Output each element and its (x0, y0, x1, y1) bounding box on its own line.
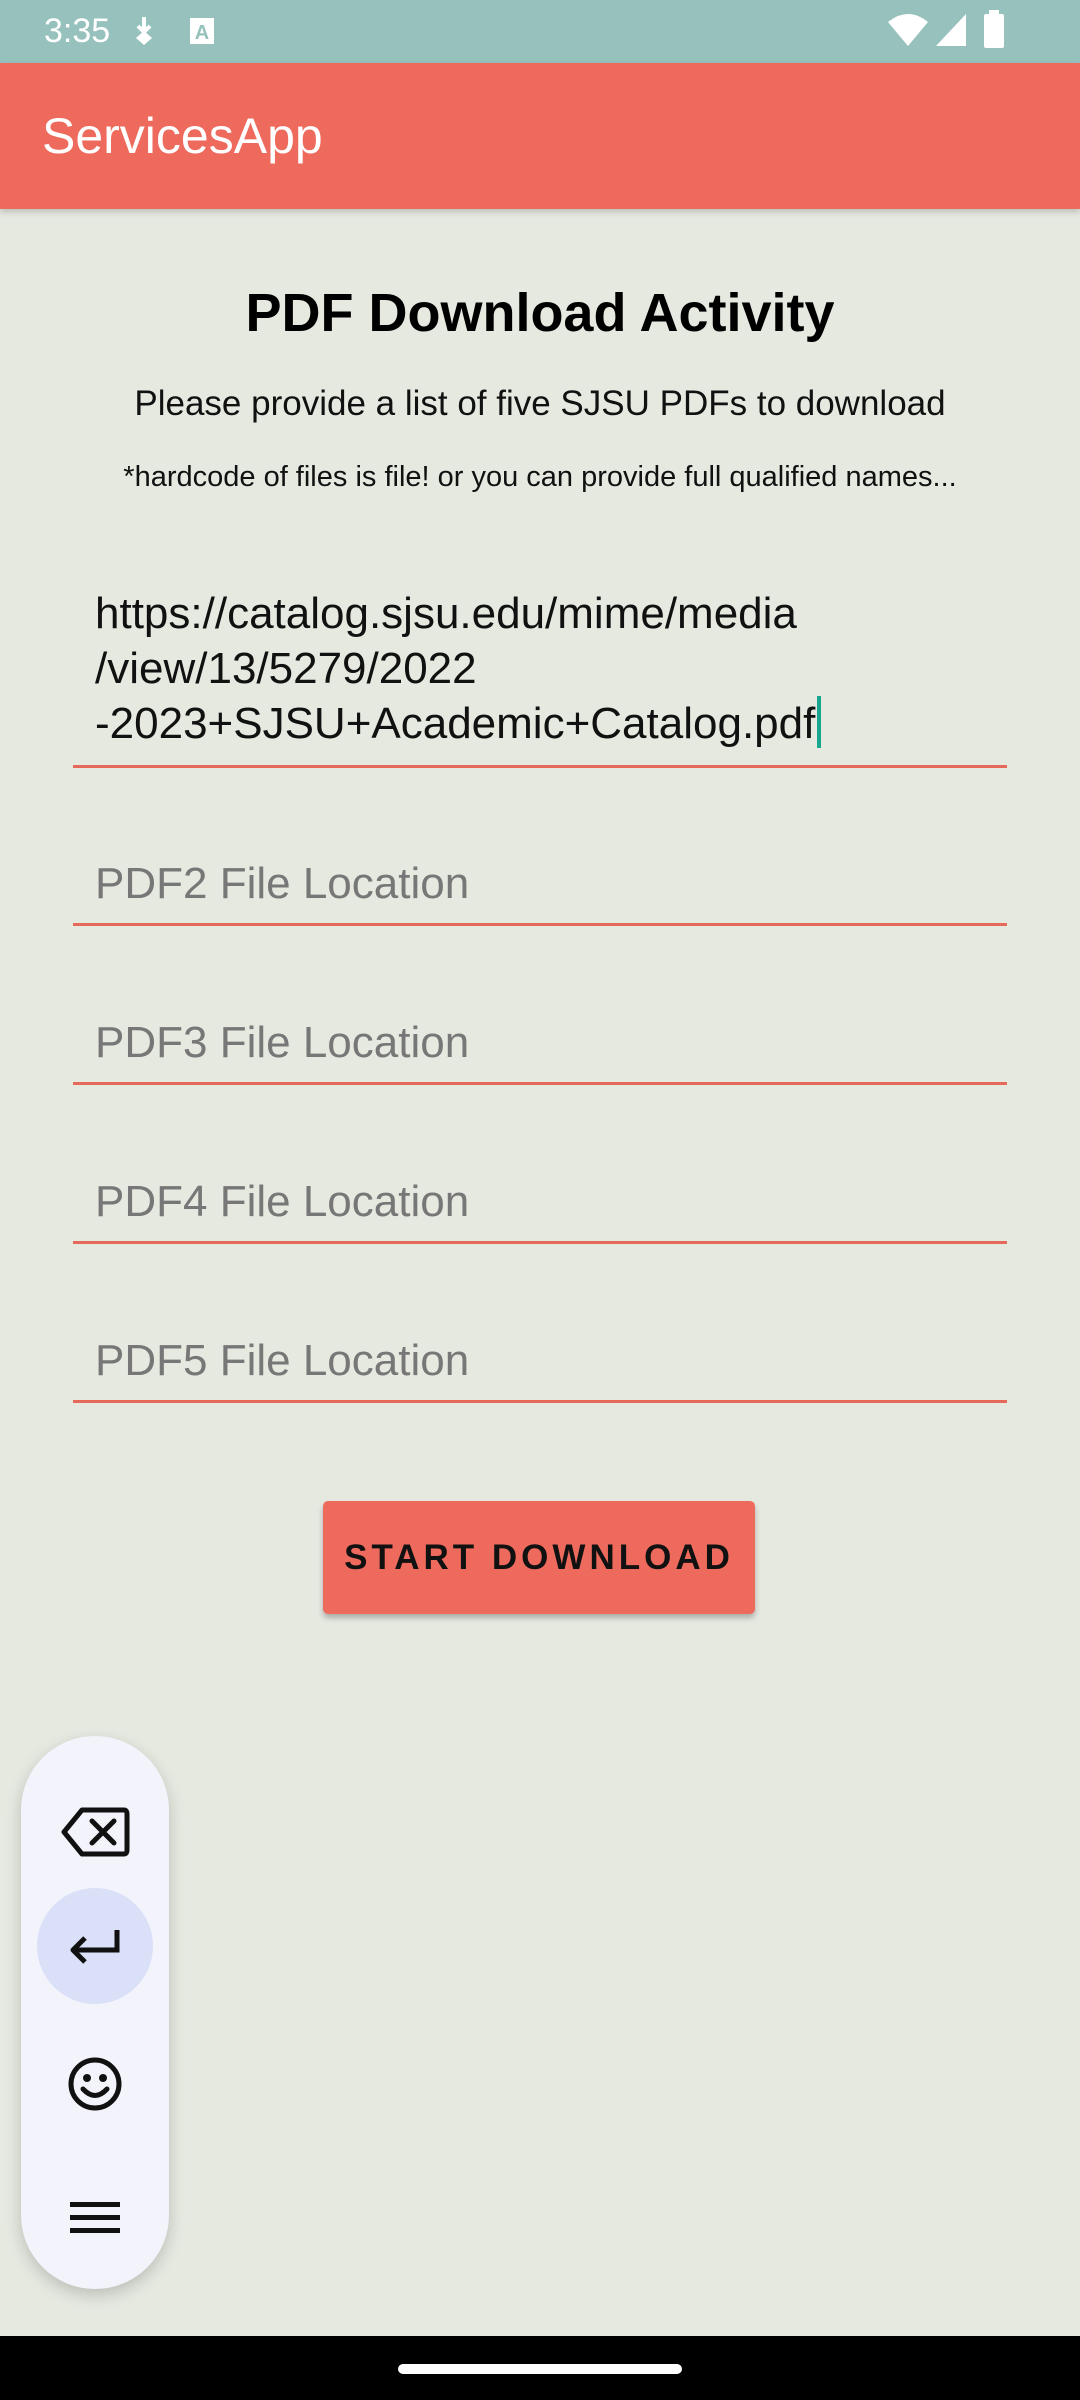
menu-button[interactable] (37, 2160, 153, 2276)
status-bar: 3:35 A (0, 0, 1080, 63)
pdf1-location-value: https://catalog.sjsu.edu/mime/media /vie… (95, 586, 997, 751)
pdf5-location-field[interactable]: PDF5 File Location (73, 1321, 1007, 1403)
pdf1-location-field[interactable]: https://catalog.sjsu.edu/mime/media /vie… (73, 572, 1007, 768)
pdf2-location-field[interactable]: PDF2 File Location (73, 844, 1007, 926)
svg-text:A: A (195, 22, 209, 44)
app-title: ServicesApp (42, 108, 323, 164)
battery-icon (982, 10, 1006, 55)
backspace-button[interactable] (37, 1774, 153, 1890)
text-cursor (817, 696, 822, 748)
app-bar: ServicesApp (0, 63, 1080, 209)
pdf3-location-placeholder: PDF3 File Location (95, 1018, 470, 1067)
keyboard-a-icon: A (188, 14, 216, 53)
status-time: 3:35 (44, 12, 111, 50)
page-title: PDF Download Activity (245, 283, 835, 343)
start-download-button[interactable]: START DOWNLOAD (323, 1501, 755, 1614)
instructions-text: Please provide a list of five SJSU PDFs … (134, 384, 946, 423)
emoji-icon (68, 2057, 122, 2111)
pdf2-location-placeholder: PDF2 File Location (95, 859, 470, 908)
pdf4-location-placeholder: PDF4 File Location (95, 1177, 470, 1226)
signal-icon (934, 12, 968, 53)
pdf5-location-placeholder: PDF5 File Location (95, 1336, 470, 1385)
pdf4-location-field[interactable]: PDF4 File Location (73, 1162, 1007, 1244)
hint-note: *hardcode of files is file! or you can p… (123, 461, 957, 493)
wifi-icon (886, 12, 930, 53)
menu-icon (70, 2202, 120, 2233)
home-gesture-handle[interactable] (398, 2364, 682, 2374)
floating-keyboard-toolbar (21, 1736, 169, 2289)
enter-button[interactable] (37, 1888, 153, 2004)
pdf1-location-text: https://catalog.sjsu.edu/mime/media /vie… (95, 589, 816, 748)
download-shield-icon (130, 14, 158, 53)
backspace-icon (61, 1807, 130, 1857)
enter-icon (70, 1930, 120, 1964)
emoji-button[interactable] (37, 2026, 153, 2142)
pdf3-location-field[interactable]: PDF3 File Location (73, 1003, 1007, 1085)
